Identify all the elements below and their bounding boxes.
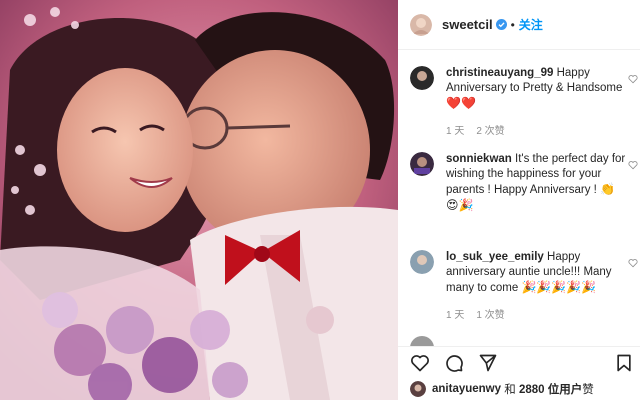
comment-likes[interactable]: 2 次赞 — [476, 122, 504, 137]
comment-emojis: 🎉🎉🎉🎉🎉 — [521, 280, 597, 294]
author-avatar[interactable] — [410, 13, 432, 36]
like-heart-icon[interactable] — [410, 353, 430, 373]
post-header: sweetcil • 关注 — [398, 0, 640, 50]
likes-summary: anitayuenwy 和 2880 位用户 赞 — [410, 378, 594, 400]
comment-text: lo_suk_yee_emily Happy anniversary aunti… — [446, 250, 630, 296]
likes-suffix: 赞 — [582, 384, 594, 396]
commenter-avatar[interactable] — [410, 336, 434, 346]
like-comment-heart-icon[interactable] — [628, 74, 638, 84]
commenter-username[interactable]: lo_suk_yee_emily — [446, 251, 544, 263]
comment-item: sonniekwan It's the perfect day for wish… — [410, 152, 638, 214]
commenter-avatar[interactable] — [410, 66, 434, 90]
comment-text: sonniekwan It's the perfect day for wish… — [446, 152, 630, 214]
like-comment-heart-icon[interactable] — [628, 160, 638, 170]
comment-item: lo_suk_yee_emily Happy anniversary aunti… — [410, 250, 638, 321]
comment-emojis: ❤️❤️ — [446, 96, 476, 110]
comment-time: 1 天 — [446, 126, 465, 137]
likes-joiner: 和 — [504, 384, 516, 396]
comment-likes[interactable]: 1 次赞 — [476, 306, 504, 321]
like-comment-heart-icon[interactable] — [628, 258, 638, 268]
comment-icon[interactable] — [444, 353, 464, 373]
verified-badge-icon — [495, 19, 507, 30]
comment-meta: 1 天 1 次赞 — [446, 306, 632, 321]
author-username[interactable]: sweetcil — [442, 17, 493, 32]
liker-avatar[interactable] — [410, 381, 426, 397]
comments-list[interactable]: christineauyang_99 Happy Anniversary to … — [398, 50, 640, 346]
post-action-bar — [398, 346, 640, 378]
bookmark-icon[interactable] — [614, 353, 634, 373]
post-side-panel: sweetcil • 关注 christineauyang_99 Happy A… — [398, 0, 640, 400]
comment-meta: 1 天 2 次赞 — [446, 122, 632, 137]
comment-text: christineauyang_99 Happy Anniversary to … — [446, 66, 630, 112]
commenter-username[interactable]: sonniekwan — [446, 153, 512, 165]
liker-username[interactable]: anitayuenwy — [432, 383, 501, 395]
commenter-avatar[interactable] — [410, 152, 434, 176]
commenter-avatar[interactable] — [410, 250, 434, 274]
follow-button[interactable]: 关注 — [519, 16, 543, 33]
post-photo[interactable] — [0, 0, 398, 400]
wedding-photo-illustration — [0, 0, 398, 400]
separator-dot: • — [510, 17, 515, 32]
comment-time: 1 天 — [446, 310, 465, 321]
share-icon[interactable] — [478, 353, 498, 373]
commenter-username[interactable]: christineauyang_99 — [446, 67, 553, 79]
comment-item: christineauyang_99 Happy Anniversary to … — [410, 66, 638, 137]
likes-count[interactable]: 2880 位用户 — [519, 381, 582, 397]
